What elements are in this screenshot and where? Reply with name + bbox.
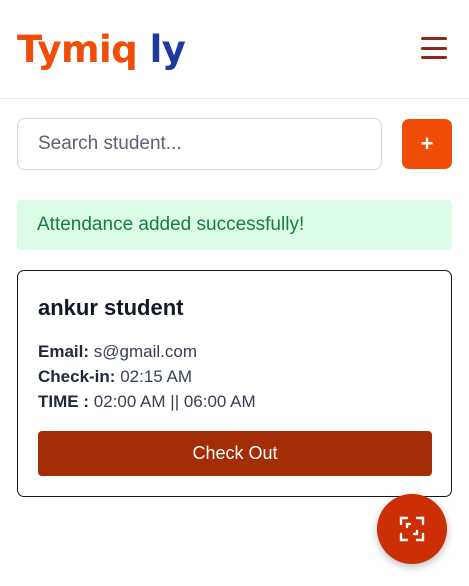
email-label: Email: — [38, 342, 90, 361]
checkin-label: Check-in: — [38, 367, 116, 386]
time-label: TIME : — [38, 392, 89, 411]
checkin-line: Check-in: 02:15 AM — [38, 364, 431, 389]
menu-bar — [421, 37, 447, 40]
search-input[interactable] — [17, 118, 382, 170]
menu-bar — [421, 56, 447, 59]
time-line: TIME : 02:00 AM || 06:00 AM — [38, 389, 431, 414]
app-header: Tymiq ly — [0, 0, 469, 99]
time-value: 02:00 AM || 06:00 AM — [93, 392, 256, 411]
hamburger-menu-icon[interactable] — [421, 37, 447, 59]
check-out-button[interactable]: Check Out — [38, 431, 432, 476]
scan-icon — [399, 516, 425, 542]
checkin-value: 02:15 AM — [120, 367, 193, 386]
success-alert: Attendance added successfully! — [17, 200, 452, 250]
scan-fab-button[interactable] — [377, 494, 447, 564]
alert-message: Attendance added successfully! — [37, 214, 305, 235]
add-button[interactable]: + — [402, 119, 452, 169]
email-line: Email: s@gmail.com — [38, 339, 431, 364]
student-name: ankur student — [38, 295, 184, 320]
logo-part1: Tymiq — [17, 28, 138, 71]
student-card: ankur student Email: s@gmail.com Check-i… — [17, 270, 452, 497]
email-value: s@gmail.com — [93, 342, 197, 361]
logo-part2: ly — [149, 28, 186, 71]
menu-bar — [421, 46, 447, 50]
logo[interactable]: Tymiq ly — [17, 28, 186, 71]
